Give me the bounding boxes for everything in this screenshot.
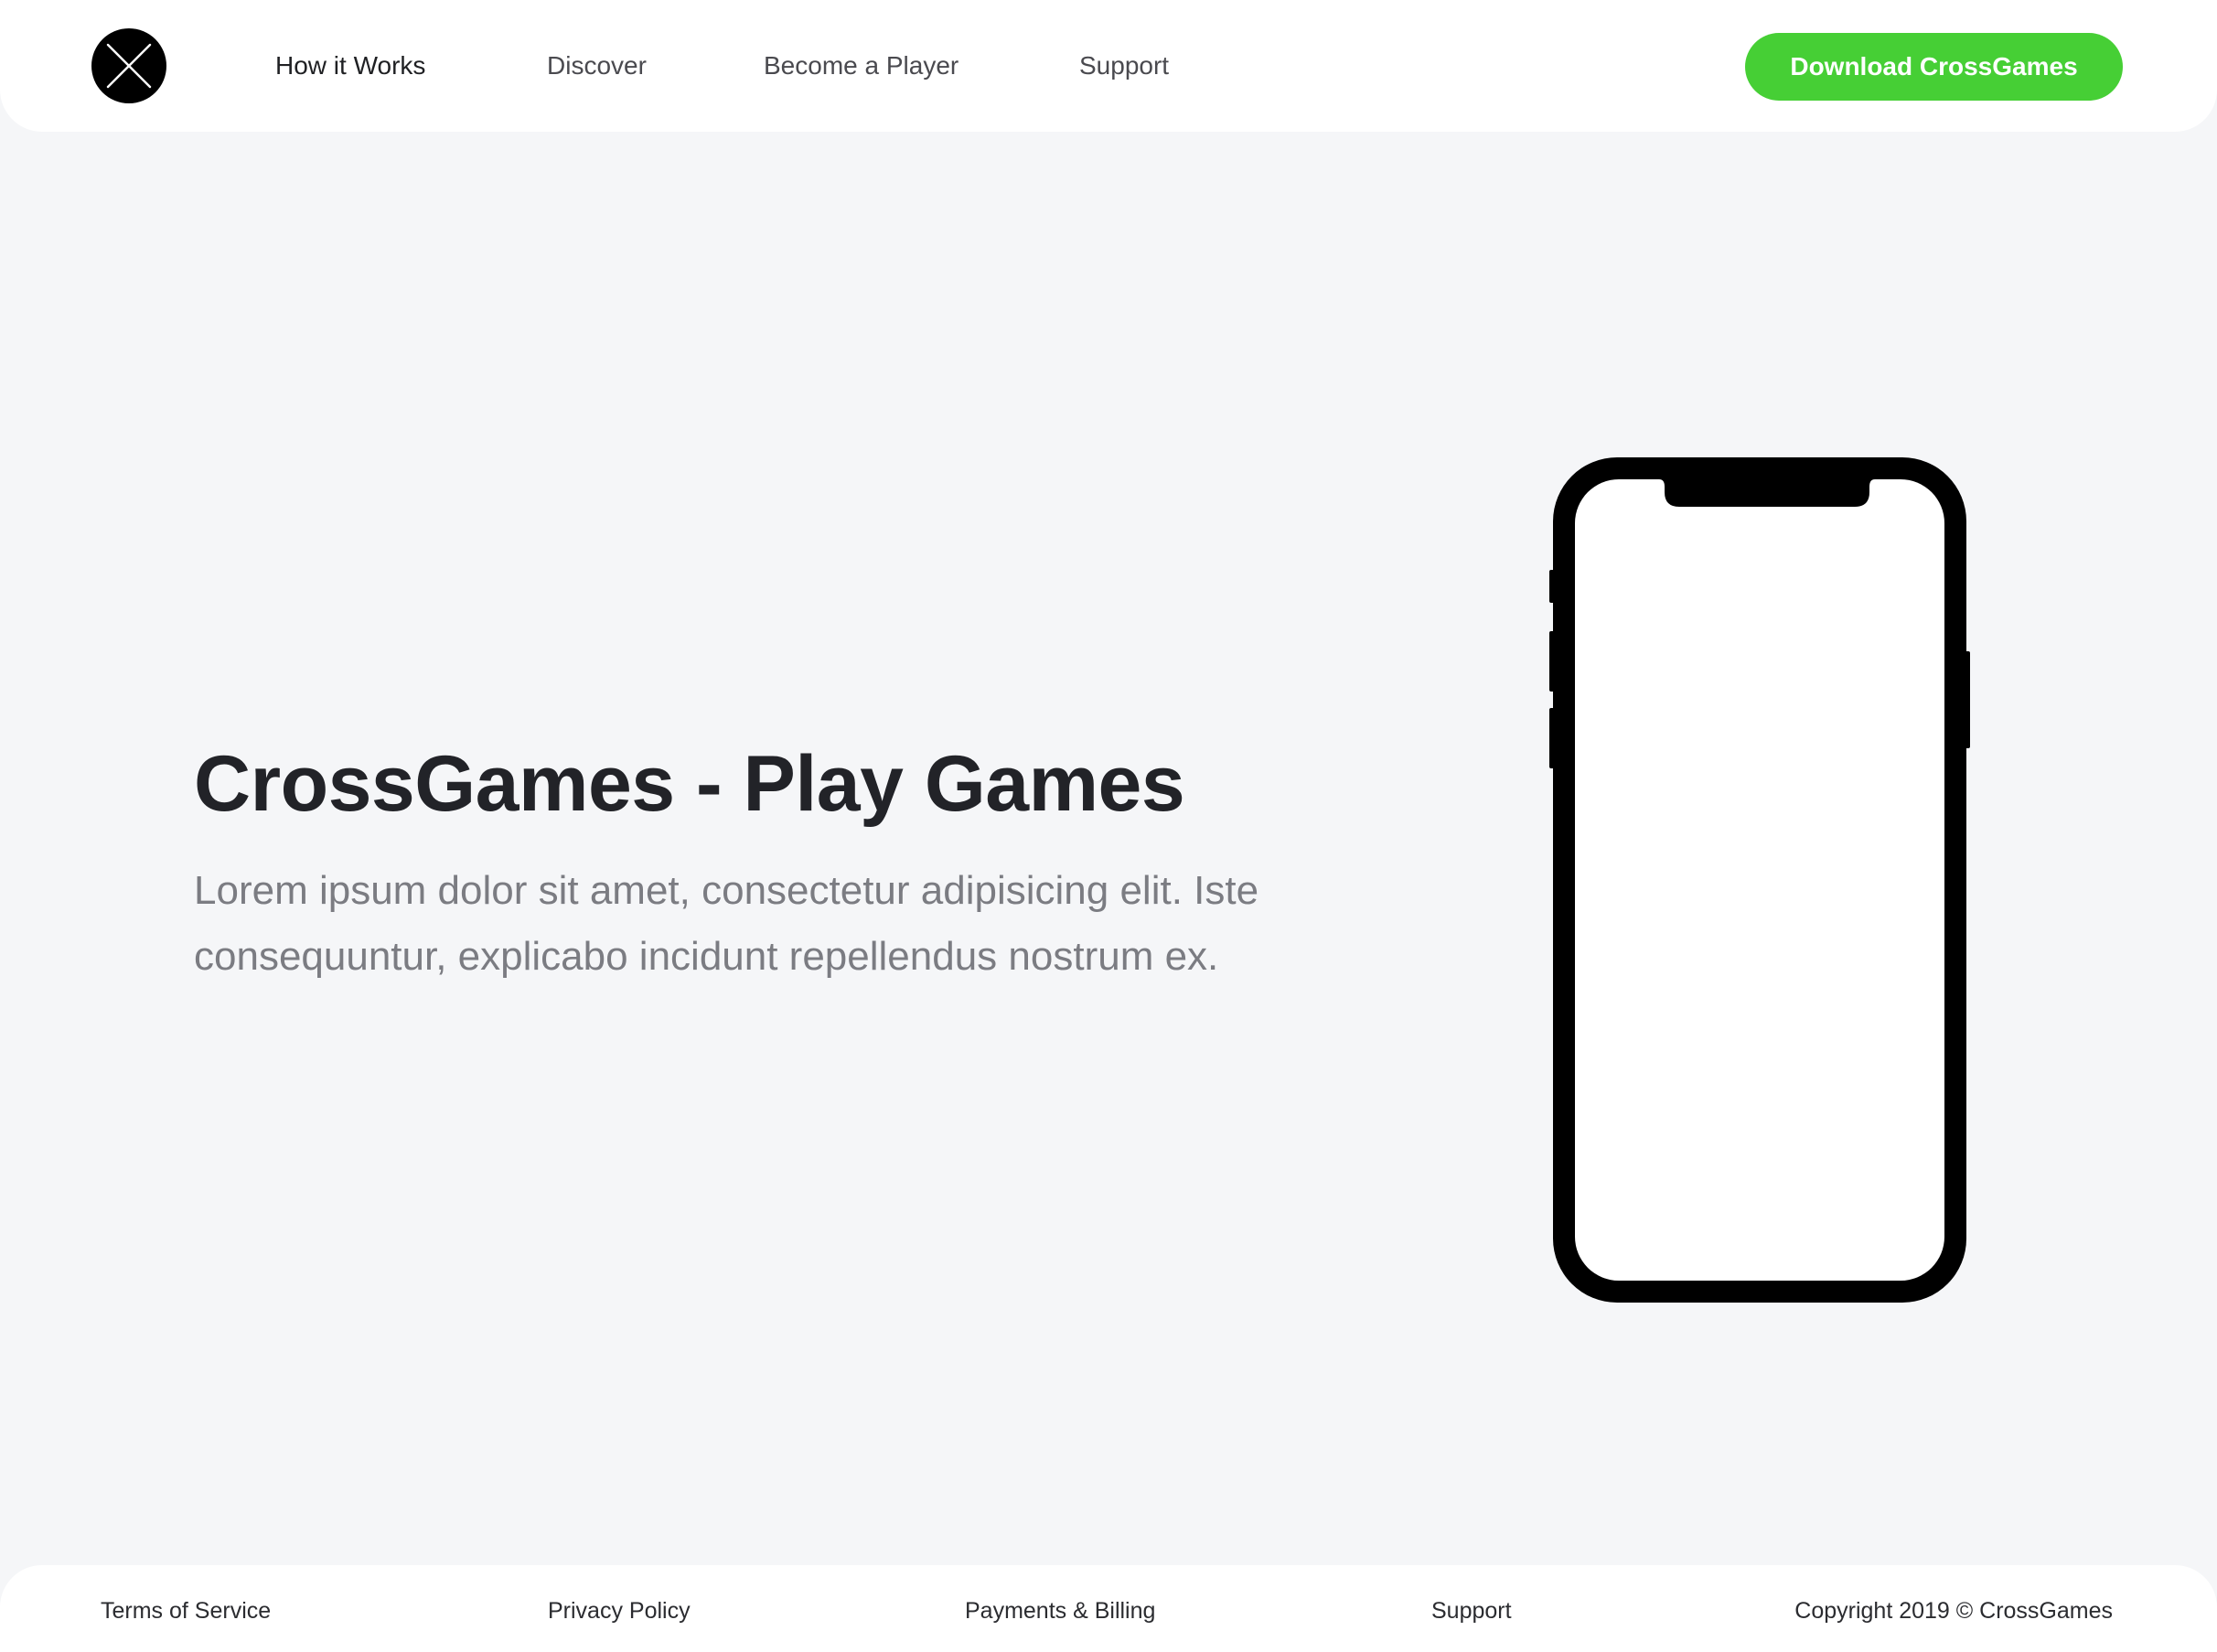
crossed-x-icon bbox=[106, 43, 152, 89]
nav-how-it-works[interactable]: How it Works bbox=[275, 44, 425, 88]
hero-description: Lorem ipsum dolor sit amet, consectetur … bbox=[194, 868, 1259, 979]
hero-title: CrossGames - Play Games bbox=[194, 740, 1185, 828]
download-crossgames-button[interactable]: Download CrossGames bbox=[1745, 33, 2123, 101]
crossgames-logo-icon[interactable] bbox=[91, 28, 166, 103]
nav-discover[interactable]: Discover bbox=[547, 44, 647, 88]
footer-terms-of-service-link[interactable]: Terms of Service bbox=[101, 1594, 271, 1627]
smartphone-mockup-icon bbox=[1549, 457, 1970, 1303]
top-navigation-bar: How it Works Discover Become a Player Su… bbox=[0, 0, 2217, 132]
landing-page: How it Works Discover Become a Player Su… bbox=[0, 0, 2217, 1652]
site-footer: Terms of Service Privacy Policy Payments… bbox=[0, 1565, 2217, 1652]
footer-privacy-policy-link[interactable]: Privacy Policy bbox=[548, 1594, 691, 1627]
nav-become-a-player[interactable]: Become a Player bbox=[764, 44, 959, 88]
footer-support-link[interactable]: Support bbox=[1431, 1594, 1512, 1627]
copyright-text: Copyright 2019 © CrossGames bbox=[1794, 1598, 2113, 1624]
footer-payments-billing-link[interactable]: Payments & Billing bbox=[965, 1594, 1155, 1627]
nav-support[interactable]: Support bbox=[1079, 44, 1169, 88]
